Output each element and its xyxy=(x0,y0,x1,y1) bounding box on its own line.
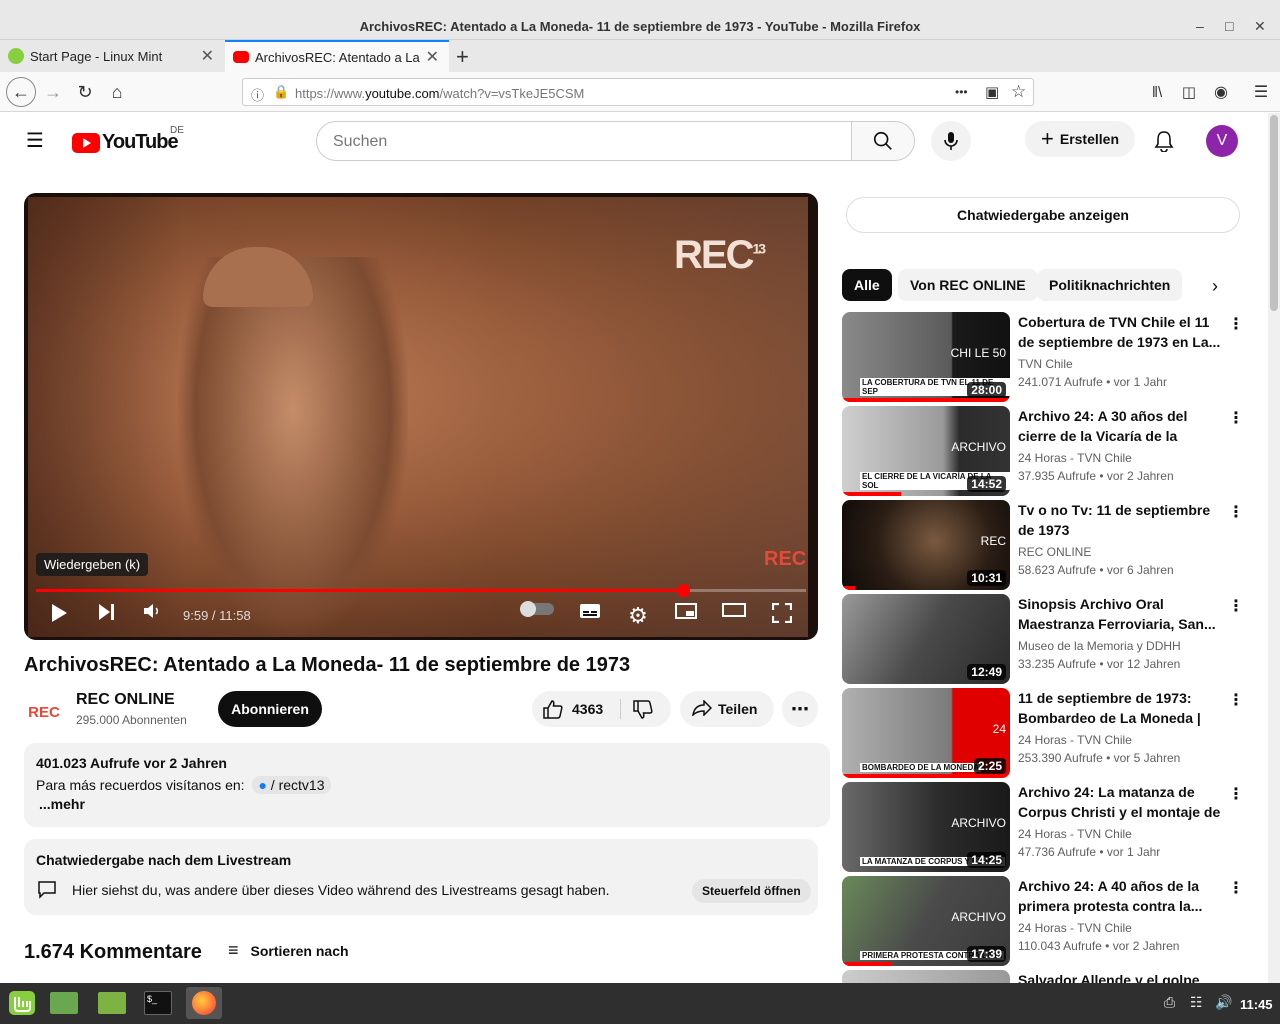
watched-progress xyxy=(842,962,893,966)
files-folder-icon[interactable] xyxy=(94,987,130,1019)
recommended-title[interactable]: Salvador Allende y el golpe de... xyxy=(1018,970,1224,983)
video-duration: 2:25 xyxy=(973,758,1006,774)
thumbnail-brand: ARCHIVO xyxy=(951,816,1006,830)
video-duration: 17:39 xyxy=(967,946,1006,962)
more-vertical-icon[interactable]: ⋮ xyxy=(1228,784,1244,804)
terminal-icon[interactable]: $_ xyxy=(140,987,176,1019)
recommendation-list: CHI LE 50 LA COBERTURA DE TVN EL 11 DE SE… xyxy=(0,0,1268,983)
taskbar: $_ ⎙ ☷ 🔊 11:45 xyxy=(0,983,1280,1024)
watched-progress xyxy=(842,774,1010,778)
more-vertical-icon[interactable]: ⋮ xyxy=(1228,596,1244,616)
recommended-title[interactable]: Archivo 24: La matanza de Corpus Christi… xyxy=(1018,782,1224,822)
recommended-channel[interactable]: 24 Horas - TVN Chile xyxy=(1018,827,1132,841)
video-thumbnail[interactable]: ARCHIVO PRIMERA PROTESTA CONTRA LA DI 17:3… xyxy=(842,876,1010,966)
video-thumbnail[interactable]: REC 10:31 xyxy=(842,500,1010,590)
recommended-title[interactable]: Tv o no Tv: 11 de septiembre de 1973 xyxy=(1018,500,1224,540)
recommended-title[interactable]: 11 de septiembre de 1973: Bombardeo de L… xyxy=(1018,688,1224,728)
watched-progress xyxy=(842,492,901,496)
recommended-video[interactable]: ARCHIVO PRIMERA PROTESTA CONTRA LA DI 17:3… xyxy=(842,876,1244,966)
recommended-channel[interactable]: 24 Horas - TVN Chile xyxy=(1018,921,1132,935)
recommended-meta: 33.235 Aufrufe • vor 12 Jahren xyxy=(1018,657,1181,671)
video-duration: 12:49 xyxy=(967,664,1006,680)
video-thumbnail[interactable]: CHI LE 50 LA COBERTURA DE TVN EL 11 DE SE… xyxy=(842,312,1010,402)
recommended-title[interactable]: Archivo 24: A 30 años del cierre de la V… xyxy=(1018,406,1224,446)
recommended-meta: 47.736 Aufrufe • vor 1 Jahr xyxy=(1018,845,1161,859)
recommended-channel[interactable]: Museo de la Memoria y DDHH xyxy=(1018,639,1181,653)
video-duration: 10:31 xyxy=(967,570,1006,586)
more-vertical-icon[interactable]: ⋮ xyxy=(1228,314,1244,334)
recommended-channel[interactable]: 24 Horas - TVN Chile xyxy=(1018,451,1132,465)
more-vertical-icon[interactable]: ⋮ xyxy=(1228,408,1244,428)
recommended-video[interactable]: Salvador Allende y el golpe de... xyxy=(842,970,1240,983)
video-duration: 14:25 xyxy=(967,852,1006,868)
recommended-meta: 37.935 Aufrufe • vor 2 Jahren xyxy=(1018,469,1174,483)
recommended-video[interactable]: ARCHIVO LA MATANZA DE CORPUS Y EL MON 14:2… xyxy=(842,782,1244,872)
recommended-video[interactable]: 24 BOMBARDEO DE LA MONEDA 2:25 11 de septie… xyxy=(842,688,1244,778)
video-duration: 28:00 xyxy=(967,382,1006,398)
recommended-meta: 110.043 Aufrufe • vor 2 Jahren xyxy=(1018,939,1180,953)
recommended-video[interactable]: REC 10:31 Tv o no Tv: 11 de septiembre de … xyxy=(842,500,1244,590)
recommended-title[interactable]: Sinopsis Archivo Oral Maestranza Ferrovi… xyxy=(1018,594,1224,634)
thumbnail-brand: REC xyxy=(980,534,1006,548)
recommended-title[interactable]: Cobertura de TVN Chile el 11 de septiemb… xyxy=(1018,312,1224,352)
thumbnail-brand: ARCHIVO xyxy=(951,440,1006,454)
volume-tray-icon[interactable]: 🔊 xyxy=(1215,994,1232,1011)
clock: 11:45 xyxy=(1240,997,1273,1012)
mint-menu-icon[interactable] xyxy=(4,987,40,1019)
recommended-video[interactable]: 12:49 Sinopsis Archivo Oral Maestranza Fe… xyxy=(842,594,1244,684)
recommended-channel[interactable]: 24 Horas - TVN Chile xyxy=(1018,733,1132,747)
video-duration: 14:52 xyxy=(967,476,1006,492)
video-thumbnail[interactable]: ARCHIVO EL CIERRE DE LA VICARÍA DE LA SOL… xyxy=(842,406,1010,496)
recommended-meta: 253.390 Aufrufe • vor 5 Jahren xyxy=(1018,751,1181,765)
recommended-title[interactable]: Archivo 24: A 40 años de la primera prot… xyxy=(1018,876,1224,916)
thumbnail-brand: 24 xyxy=(992,722,1006,736)
thumbnail-caption: BOMBARDEO DE LA MONEDA xyxy=(860,763,982,772)
more-vertical-icon[interactable]: ⋮ xyxy=(1228,502,1244,522)
scrollbar-thumb[interactable] xyxy=(1270,115,1278,311)
thumbnail-brand: ARCHIVO xyxy=(951,910,1006,924)
video-thumbnail[interactable]: ARCHIVO LA MATANZA DE CORPUS Y EL MON 14:2… xyxy=(842,782,1010,872)
watched-progress xyxy=(842,398,1010,402)
thumbnail-brand: CHI LE 50 xyxy=(950,346,1006,360)
video-thumbnail[interactable]: 12:49 xyxy=(842,594,1010,684)
video-thumbnail[interactable] xyxy=(842,970,1010,983)
show-desktop-icon[interactable] xyxy=(46,987,82,1019)
more-vertical-icon[interactable]: ⋮ xyxy=(1228,690,1244,710)
recommended-meta: 58.623 Aufrufe • vor 6 Jahren xyxy=(1018,563,1174,577)
recommended-video[interactable]: CHI LE 50 LA COBERTURA DE TVN EL 11 DE SE… xyxy=(842,312,1244,402)
recommended-channel[interactable]: TVN Chile xyxy=(1018,357,1073,371)
recommended-meta: 241.071 Aufrufe • vor 1 Jahr xyxy=(1018,375,1167,389)
recommended-channel[interactable]: REC ONLINE xyxy=(1018,545,1091,559)
recommended-video[interactable]: ARCHIVO EL CIERRE DE LA VICARÍA DE LA SOL… xyxy=(842,406,1244,496)
page-scrollbar[interactable] xyxy=(1268,113,1280,983)
video-thumbnail[interactable]: 24 BOMBARDEO DE LA MONEDA 2:25 xyxy=(842,688,1010,778)
network-icon[interactable]: ☷ xyxy=(1190,994,1203,1011)
printer-icon[interactable]: ⎙ xyxy=(1164,994,1175,1011)
firefox-taskbar-icon[interactable] xyxy=(186,987,222,1019)
more-vertical-icon[interactable]: ⋮ xyxy=(1228,878,1244,898)
watched-progress xyxy=(842,586,856,590)
